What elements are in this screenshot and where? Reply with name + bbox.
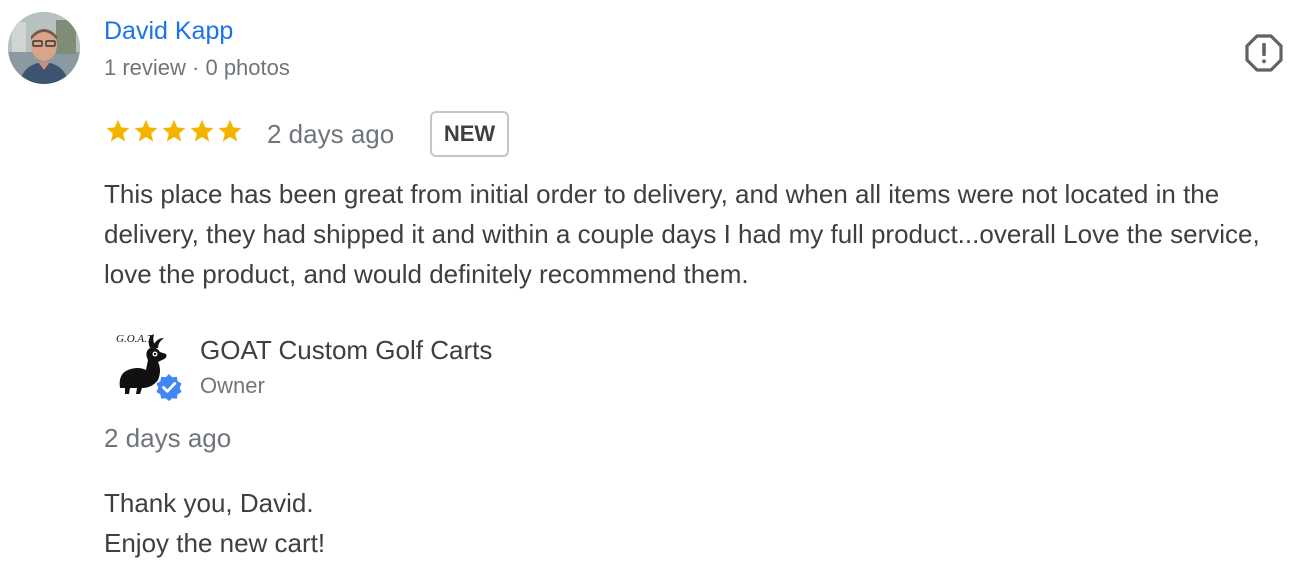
report-review-button[interactable] xyxy=(1244,33,1284,73)
star-icon xyxy=(218,119,242,142)
reviewer-avatar[interactable] xyxy=(8,12,80,84)
owner-name[interactable]: GOAT Custom Golf Carts xyxy=(200,333,492,367)
reply-date: 2 days ago xyxy=(104,423,232,453)
reviewer-meta: 1 review · 0 photos xyxy=(104,55,290,80)
star-rating xyxy=(104,117,244,147)
verified-badge-icon xyxy=(156,374,182,401)
reviewer-name[interactable]: David Kapp xyxy=(104,15,233,47)
svg-text:G.O.A.T: G.O.A.T xyxy=(116,333,154,345)
reply-line: Thank you, David. xyxy=(104,488,314,518)
new-badge: NEW xyxy=(430,111,509,157)
report-flag-icon xyxy=(1245,34,1283,72)
owner-role: Owner xyxy=(200,373,265,398)
owner-logo[interactable]: G.O.A.T xyxy=(112,326,184,402)
star-icon xyxy=(134,119,158,142)
star-icon xyxy=(106,119,130,142)
reply-text: Thank you, David. Enjoy the new cart! xyxy=(104,483,325,563)
review-text: This place has been great from initial o… xyxy=(104,179,1260,289)
user-photo-icon xyxy=(8,12,80,84)
star-icon xyxy=(190,119,214,142)
review-date: 2 days ago xyxy=(267,119,395,149)
star-icon xyxy=(162,119,186,142)
reply-line: Enjoy the new cart! xyxy=(104,528,326,558)
